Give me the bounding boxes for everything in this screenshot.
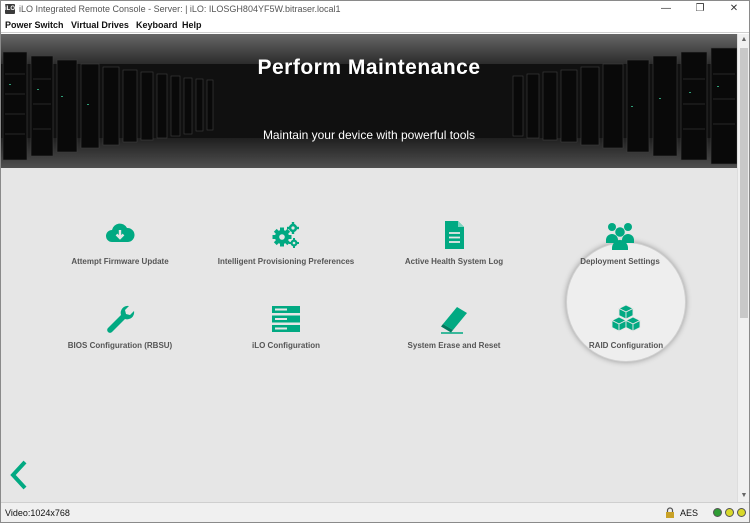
back-arrow-icon[interactable] (7, 460, 31, 490)
server-room-image (1, 34, 737, 168)
tile-label: Intelligent Provisioning Preferences (217, 257, 355, 266)
tile-label: Deployment Settings (580, 257, 660, 266)
app-icon: iLO (5, 4, 15, 14)
title-bar: iLO iLO Integrated Remote Console - Serv… (1, 1, 749, 17)
close-button[interactable]: ✕ (721, 1, 747, 17)
tile-raid-configuration[interactable]: RAID Configuration (551, 304, 701, 364)
minimize-button[interactable]: — (653, 1, 679, 17)
scroll-up-icon[interactable]: ▲ (738, 34, 750, 46)
menu-keyboard[interactable]: Keyboard (136, 18, 178, 32)
tile-system-erase-and-reset[interactable]: System Erase and Reset (379, 304, 529, 364)
tile-bios-configuration[interactable]: BIOS Configuration (RBSU) (45, 304, 195, 364)
document-icon (445, 221, 464, 249)
video-resolution: Video:1024x768 (5, 508, 70, 518)
scroll-thumb[interactable] (740, 48, 748, 318)
server-stack-icon (272, 306, 300, 332)
page-title: Perform Maintenance (257, 56, 481, 79)
cloud-download-icon (106, 223, 135, 242)
tile-deployment-settings[interactable]: Deployment Settings (545, 220, 695, 280)
scroll-down-icon[interactable]: ▼ (738, 490, 750, 502)
hero-banner: Perform Maintenance Maintain your device… (1, 34, 737, 168)
wrench-icon (107, 305, 135, 333)
tile-attempt-firmware-update[interactable]: Attempt Firmware Update (45, 220, 195, 280)
encryption-label: AES (680, 508, 699, 518)
tile-intelligent-provisioning-preferences[interactable]: Intelligent Provisioning Preferences (211, 220, 361, 280)
menu-power-switch[interactable]: Power Switch (5, 18, 64, 32)
page-subtitle: Maintain your device with powerful tools (262, 128, 476, 142)
status-led-yellow-2 (737, 508, 746, 517)
eraser-icon (441, 307, 467, 334)
tile-label: RAID Configuration (588, 341, 664, 350)
status-bar: Video:1024x768 AES (1, 502, 749, 522)
status-led-green (713, 508, 722, 517)
tile-ilo-configuration[interactable]: iLO Configuration (211, 304, 361, 364)
remote-console-window: iLO iLO Integrated Remote Console - Serv… (0, 0, 750, 523)
window-title: iLO Integrated Remote Console - Server: … (19, 4, 341, 14)
tile-label: System Erase and Reset (407, 341, 501, 350)
tile-active-health-system-log[interactable]: Active Health System Log (379, 220, 529, 280)
menu-bar: Power Switch Virtual Drives Keyboard Hel… (1, 17, 749, 33)
users-icon (606, 223, 634, 250)
lock-icon (666, 507, 674, 518)
menu-help[interactable]: Help (182, 18, 202, 32)
maintenance-content: Perform Maintenance Maintain your device… (1, 34, 737, 502)
tile-label: Attempt Firmware Update (71, 257, 169, 266)
tile-label: BIOS Configuration (RBSU) (67, 341, 173, 350)
menu-virtual-drives[interactable]: Virtual Drives (71, 18, 129, 32)
tile-label: Active Health System Log (404, 257, 504, 266)
vertical-scrollbar[interactable]: ▲ ▼ (737, 34, 749, 502)
gears-icon (272, 222, 299, 248)
tile-label: iLO Configuration (252, 341, 320, 350)
restore-button[interactable]: ❐ (687, 1, 713, 17)
status-led-yellow (725, 508, 734, 517)
cubes-icon (611, 304, 641, 332)
